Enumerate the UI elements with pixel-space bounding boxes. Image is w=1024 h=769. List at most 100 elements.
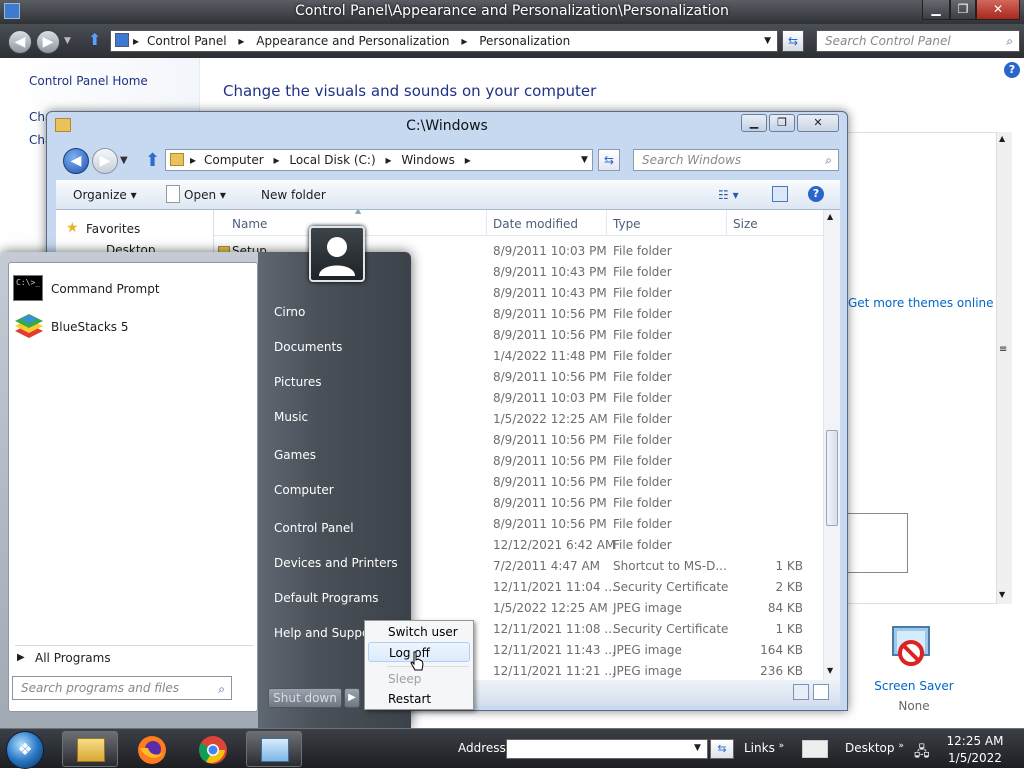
start-link-control-panel[interactable]: Control Panel [274, 521, 354, 535]
program-bluestacks[interactable]: BlueStacks 5 [13, 311, 253, 345]
maximize-button[interactable]: ❐ [950, 0, 976, 20]
network-icon[interactable]: 🖧 [914, 741, 930, 765]
start-search-input[interactable]: Search programs and files ⌕ [12, 676, 232, 700]
breadcrumb-personalization[interactable]: Personalization [479, 34, 570, 48]
new-folder-button[interactable]: New folder [261, 188, 326, 202]
start-link-pictures[interactable]: Pictures [274, 375, 322, 389]
column-date[interactable]: Date modified [493, 217, 578, 231]
file-list-scrollbar[interactable]: ▲ ▼ [823, 210, 840, 680]
column-name[interactable]: Name [232, 217, 267, 231]
up-arrow-icon[interactable]: ⬆ [145, 150, 160, 171]
chevron-right-icon[interactable]: ▸ [238, 34, 244, 48]
start-link-games[interactable]: Games [274, 448, 316, 462]
organize-button[interactable]: Organize ▾ [73, 188, 137, 202]
all-programs-button[interactable]: ▶ All Programs [17, 651, 111, 665]
scroll-thumb[interactable] [826, 430, 838, 526]
chevron-right-icon[interactable]: ▸ [385, 153, 391, 167]
breadcrumb-control-panel[interactable]: Control Panel [147, 34, 227, 48]
search-icon[interactable]: ⌕ [825, 150, 832, 170]
breadcrumb-appearance[interactable]: Appearance and Personalization [256, 34, 449, 48]
minimize-button[interactable]: ▁ [922, 0, 950, 20]
chevron-right-icon[interactable]: ▸ [461, 34, 467, 48]
taskbar-explorer-button[interactable] [62, 731, 118, 767]
desktop-toolbar[interactable]: Desktop » [845, 741, 904, 755]
close-button[interactable]: ✕ [976, 0, 1020, 20]
explorer-maximize-button[interactable]: ❐ [769, 114, 795, 132]
column-divider[interactable] [486, 210, 487, 236]
address-dropdown-icon[interactable]: ▼ [581, 155, 588, 165]
start-link-music[interactable]: Music [274, 410, 308, 424]
scroll-down-icon[interactable]: ▼ [999, 590, 1005, 599]
chevron-right-icon[interactable]: ▸ [190, 150, 196, 170]
clock-time[interactable]: 12:25 AM [940, 734, 1010, 748]
clock-date[interactable]: 1/5/2022 [940, 751, 1010, 765]
get-more-themes-link[interactable]: Get more themes online [848, 296, 994, 310]
start-link-cirno[interactable]: Cirno [274, 305, 305, 319]
address-bar[interactable]: ▸ Control Panel ▸ Appearance and Persona… [110, 30, 778, 52]
explorer-close-button[interactable]: ✕ [797, 114, 839, 132]
explorer-address-bar[interactable]: ▸ Computer ▸ Local Disk (C:) ▸ Windows ▸ [165, 149, 593, 171]
chevron-right-icon[interactable]: ▸ [465, 153, 471, 167]
column-type[interactable]: Type [613, 217, 641, 231]
forward-button[interactable]: ▶ [92, 148, 118, 174]
go-button[interactable]: ⇆ [710, 739, 734, 759]
start-link-devices-printers[interactable]: Devices and Printers [274, 556, 398, 570]
change-view-icon[interactable]: ☷ ▾ [718, 188, 739, 202]
breadcrumb-local-disk[interactable]: Local Disk (C:) [289, 153, 375, 167]
screen-saver-icon[interactable] [889, 623, 935, 669]
preview-pane-icon[interactable] [772, 186, 788, 202]
switch-user-item[interactable]: Switch user [368, 622, 470, 642]
shutdown-options-arrow-icon[interactable]: ▶ [344, 688, 360, 708]
address-dropdown-icon[interactable]: ▼ [694, 743, 701, 753]
refresh-button[interactable]: ⇆ [782, 30, 804, 52]
open-button[interactable]: Open ▾ [184, 188, 226, 202]
back-button[interactable]: ◀ [63, 148, 89, 174]
program-command-prompt[interactable]: C:\>_ Command Prompt [13, 273, 253, 307]
chevron-right-icon[interactable]: ▸ [133, 31, 139, 51]
scroll-up-icon[interactable]: ▲ [827, 212, 833, 221]
help-icon[interactable]: ? [1004, 62, 1020, 78]
refresh-button[interactable]: ⇆ [598, 149, 620, 171]
links-toolbar[interactable]: Links » [744, 741, 784, 755]
screen-saver-link[interactable]: Screen Saver [870, 679, 958, 693]
explorer-search-input[interactable]: Search Windows ⌕ [633, 149, 839, 171]
nav-favorites[interactable]: ★ Favorites [66, 220, 140, 236]
breadcrumb-computer[interactable]: Computer [204, 153, 264, 167]
sleep-item[interactable]: Sleep [368, 669, 470, 689]
control-panel-home-link[interactable]: Control Panel Home [29, 74, 148, 88]
column-divider[interactable] [606, 210, 607, 236]
search-input[interactable]: Search Control Panel ⌕ [816, 30, 1020, 52]
recent-pages-dropdown-icon[interactable]: ▼ [120, 155, 128, 166]
column-divider[interactable] [726, 210, 727, 236]
start-button[interactable]: ❖ [6, 731, 44, 769]
themes-scrollbar[interactable]: ▲ ≡ ▼ [996, 132, 1012, 604]
start-link-documents[interactable]: Documents [274, 340, 342, 354]
address-dropdown-icon[interactable]: ▼ [764, 31, 771, 51]
taskbar-firefox-button[interactable] [123, 731, 179, 767]
search-icon[interactable]: ⌕ [218, 678, 225, 700]
recent-pages-dropdown-icon[interactable]: ▼ [64, 36, 71, 46]
scroll-down-icon[interactable]: ▼ [827, 666, 833, 675]
help-icon[interactable]: ? [808, 186, 824, 202]
shutdown-button[interactable]: Shut down [268, 688, 342, 708]
taskbar-chrome-button[interactable] [184, 731, 240, 767]
start-link-computer[interactable]: Computer [274, 483, 334, 497]
search-icon[interactable]: ⌕ [1006, 31, 1013, 51]
keyboard-icon[interactable] [802, 740, 828, 758]
taskbar-address-input[interactable] [506, 739, 708, 759]
scroll-grip-icon[interactable]: ≡ [999, 344, 1007, 355]
taskbar-control-panel-button[interactable] [246, 731, 302, 767]
user-avatar[interactable] [309, 226, 365, 282]
chevron-icon[interactable]: » [898, 741, 904, 751]
large-icons-view-icon[interactable] [813, 684, 829, 700]
chevron-right-icon[interactable]: ▸ [273, 153, 279, 167]
up-arrow-icon[interactable]: ⬆ [88, 30, 101, 49]
breadcrumb-windows[interactable]: Windows [401, 153, 455, 167]
back-button[interactable]: ◀ [8, 30, 32, 54]
column-size[interactable]: Size [733, 217, 758, 231]
restart-item[interactable]: Restart [368, 689, 470, 709]
scroll-up-icon[interactable]: ▲ [999, 134, 1005, 143]
details-view-icon[interactable] [793, 684, 809, 700]
forward-button[interactable]: ▶ [36, 30, 60, 54]
start-link-default-programs[interactable]: Default Programs [274, 591, 379, 605]
